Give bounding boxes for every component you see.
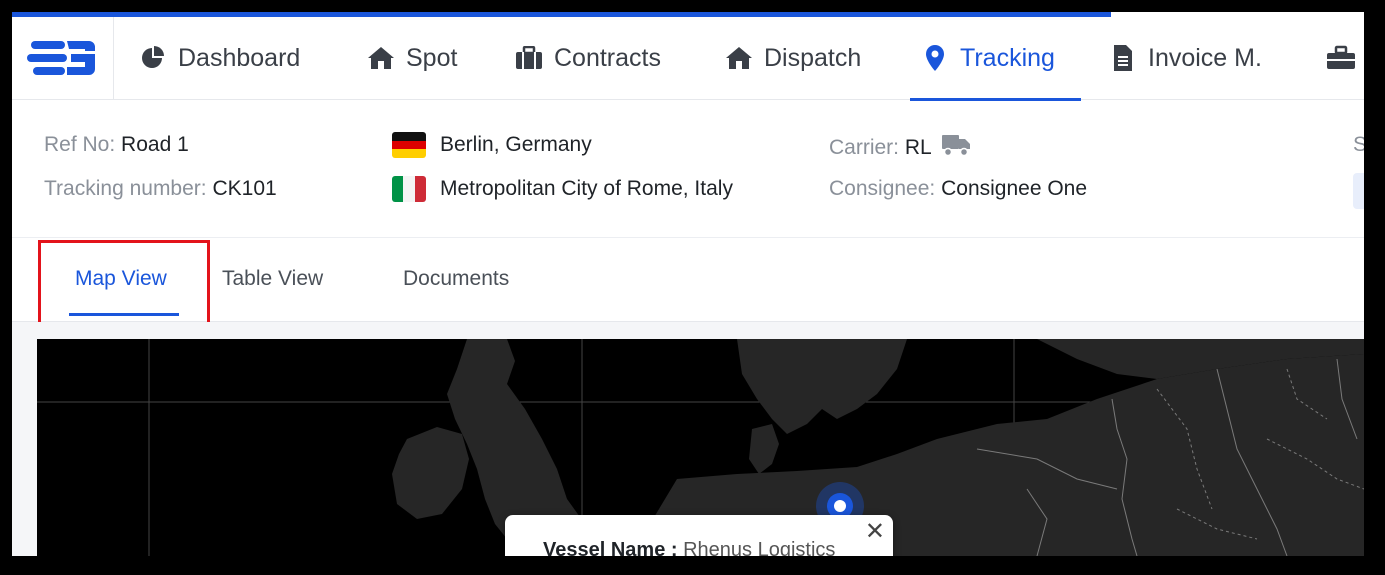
nav-item-label: Spot [406,43,458,72]
nav-item-dispatch[interactable]: Dispatch [724,17,861,99]
origin-location: Berlin, Germany [440,133,592,156]
nav-item-contracts[interactable]: Contracts [514,17,661,99]
italy-flag-icon [392,176,426,202]
consignee: Consignee: Consignee One [829,177,1088,200]
toolbox-icon [1326,43,1356,73]
app-logo[interactable] [12,17,114,99]
shipment-info-header: Ref No: Road 1 Tracking number: CK101 Be… [12,101,1364,238]
destination-location: Metropolitan City of Rome, Italy [440,177,733,200]
vessel-name-row: Vessel Name : Rhenus Logistics [543,539,836,556]
app-window: Dashboard Spot Contracts Dispatch Tracki [12,12,1364,556]
nav-item-label: Tracking [960,43,1055,72]
nav-item-label: Contracts [554,43,661,72]
pie-chart-icon [138,43,168,73]
truck-icon [941,133,971,163]
carrier: Carrier: RL [829,133,971,163]
status-label-cut: S [1353,133,1364,156]
tracking-map[interactable]: ✕ Vessel Name : Rhenus Logistics [37,339,1364,556]
map-pin-icon [920,43,950,73]
nav-item-tracking[interactable]: Tracking [910,17,1081,101]
nav-item-spot[interactable]: Spot [366,17,457,99]
vessel-info-popup: ✕ Vessel Name : Rhenus Logistics [505,515,893,556]
nav-item-label: Dashboard [178,43,301,72]
status-badge [1353,173,1364,209]
tracking-number: Tracking number: CK101 [44,177,277,200]
home-icon [724,43,754,73]
close-icon[interactable]: ✕ [865,517,885,546]
nav-item-dashboard[interactable]: Dashboard [138,17,300,99]
home-icon [366,43,396,73]
logo-icon [26,41,95,75]
view-tabs: Map View Table View Documents [12,239,1364,322]
nav-item-toolbox[interactable] [1326,17,1356,99]
tab-table-view[interactable]: Table View [222,267,323,291]
ref-number: Ref No: Road 1 [44,133,189,156]
nav-item-invoice[interactable]: Invoice M. [1108,17,1262,99]
tab-documents[interactable]: Documents [403,267,509,291]
document-icon [1108,43,1138,73]
annotation-highlight-box [38,240,210,329]
briefcase-icon [514,43,544,73]
top-navigation: Dashboard Spot Contracts Dispatch Tracki [12,17,1364,101]
germany-flag-icon [392,132,426,158]
nav-item-label: Dispatch [764,43,862,72]
nav-item-label: Invoice M. [1148,43,1262,72]
